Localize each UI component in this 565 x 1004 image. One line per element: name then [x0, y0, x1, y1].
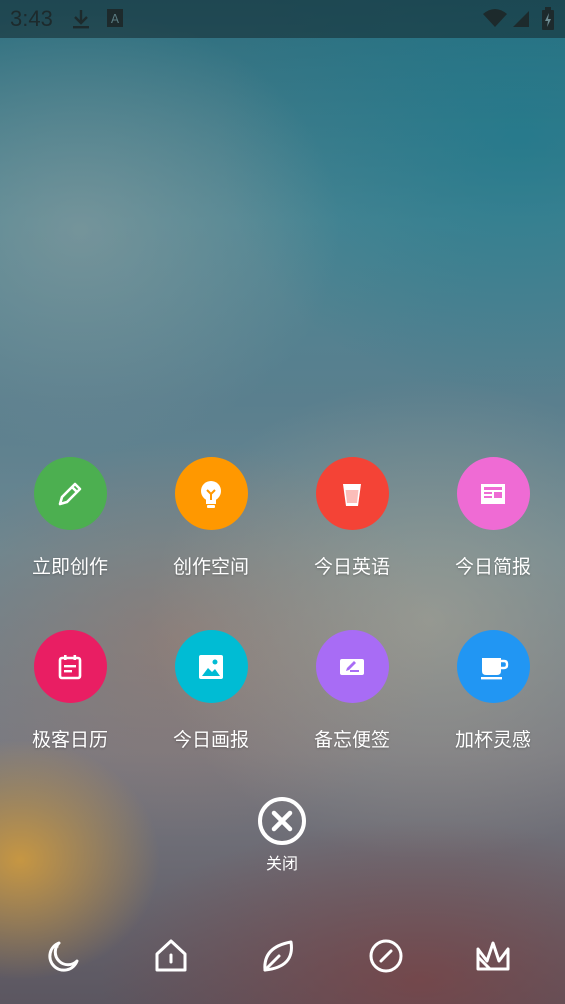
download-icon — [70, 8, 92, 34]
lightbulb-icon — [174, 457, 248, 530]
nav-leaf-button[interactable] — [256, 936, 300, 980]
nav-moon-button[interactable] — [42, 936, 86, 980]
menu-item-label: 加杯灵感 — [454, 729, 531, 751]
close-button[interactable]: 关闭 — [232, 796, 332, 874]
nav-home-button[interactable] — [149, 936, 193, 980]
nav-compass-button[interactable] — [364, 936, 408, 980]
signal-icon — [512, 10, 530, 32]
close-label: 关闭 — [265, 854, 298, 873]
home-icon — [152, 937, 190, 979]
menu-item-label: 备忘便签 — [313, 729, 390, 751]
image-icon — [174, 630, 248, 703]
menu-item-create-now[interactable]: 立即创作 — [5, 457, 135, 579]
cup-icon — [315, 457, 389, 530]
wifi-icon — [482, 8, 508, 32]
status-time: 3:43 — [10, 6, 53, 31]
menu-item-inspiration-cup[interactable]: 加杯灵感 — [428, 630, 558, 752]
pencil-icon — [33, 457, 107, 530]
nav-crown-button[interactable] — [471, 936, 515, 980]
menu-item-label: 今日英语 — [313, 556, 390, 578]
menu-item-today-english[interactable]: 今日英语 — [287, 457, 417, 579]
note-edit-icon — [315, 630, 389, 703]
menu-item-label: 今日画报 — [172, 729, 249, 751]
menu-item-label: 极客日历 — [31, 729, 108, 751]
crown-icon — [474, 937, 512, 979]
bottom-navigation — [0, 930, 565, 990]
menu-item-memo-notes[interactable]: 备忘便签 — [287, 630, 417, 752]
menu-item-label: 今日简报 — [454, 556, 531, 578]
battery-icon — [541, 7, 555, 35]
menu-item-label: 创作空间 — [172, 556, 249, 578]
menu-item-label: 立即创作 — [31, 556, 108, 578]
menu-item-geek-calendar[interactable]: 极客日历 — [5, 630, 135, 752]
newspaper-icon — [456, 457, 530, 530]
coffee-icon — [456, 630, 530, 703]
status-bar: 3:43 A — [0, 0, 565, 38]
svg-text:A: A — [111, 12, 120, 26]
moon-icon — [45, 937, 83, 979]
a-icon: A — [106, 8, 124, 32]
close-icon[interactable] — [257, 796, 307, 846]
compass-icon — [367, 937, 405, 979]
menu-item-today-pictorial[interactable]: 今日画报 — [146, 630, 276, 752]
menu-item-creative-space[interactable]: 创作空间 — [146, 457, 276, 579]
calendar-icon — [33, 630, 107, 703]
leaf-icon — [259, 937, 297, 979]
menu-item-today-briefing[interactable]: 今日简报 — [428, 457, 558, 579]
